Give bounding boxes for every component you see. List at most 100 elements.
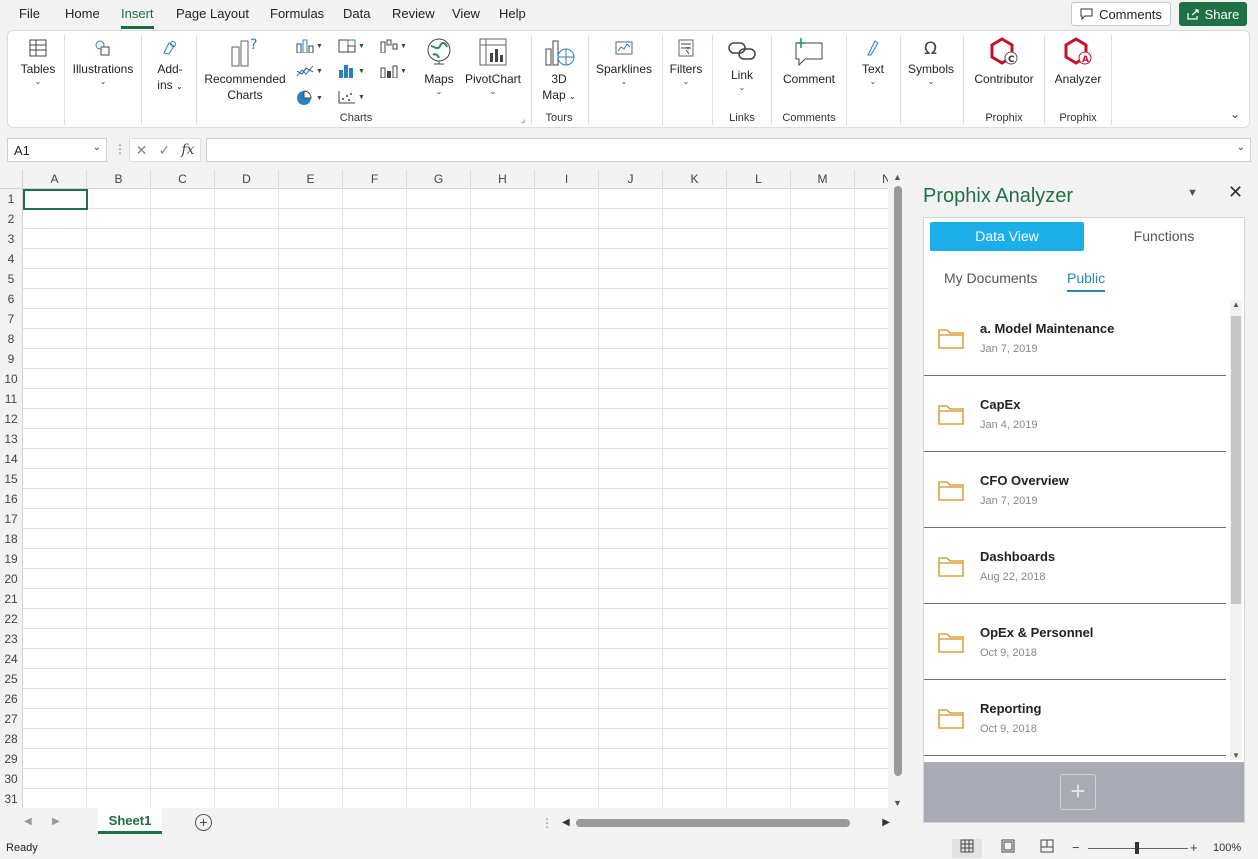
row-header[interactable]: 1	[0, 189, 22, 209]
tab-help[interactable]: Help	[499, 6, 526, 21]
row-header[interactable]: 11	[0, 389, 22, 409]
combo-chart-dropdown[interactable]: ▼	[380, 64, 407, 78]
contributor-button[interactable]: C Contributor	[968, 37, 1040, 87]
list-item[interactable]: Reporting Oct 9, 2018	[924, 680, 1226, 756]
column-header[interactable]: M	[791, 170, 855, 189]
statistic-chart-dropdown[interactable]: ▼	[338, 64, 365, 78]
tab-home[interactable]: Home	[65, 6, 100, 21]
tab-view[interactable]: View	[452, 6, 480, 21]
vertical-scroll-thumb[interactable]	[894, 186, 902, 776]
dialog-launcher-icon[interactable]: ⌟	[521, 114, 525, 125]
row-header[interactable]: 21	[0, 589, 22, 609]
column-header[interactable]: G	[407, 170, 471, 189]
row-header[interactable]: 3	[0, 229, 22, 249]
add-sheet-icon[interactable]: +	[195, 814, 212, 831]
prev-sheet-icon[interactable]: ◀	[24, 816, 32, 827]
enter-icon[interactable]: ✓	[158, 142, 170, 159]
subtab-my-documents[interactable]: My Documents	[944, 270, 1037, 286]
scroll-down-icon[interactable]: ▼	[1232, 751, 1240, 760]
row-header[interactable]: 5	[0, 269, 22, 289]
column-chart-dropdown[interactable]: ▼	[296, 39, 323, 53]
line-chart-dropdown[interactable]: ▼	[296, 64, 323, 78]
expand-formula-icon[interactable]: ⌄	[1237, 142, 1245, 153]
column-header[interactable]: N	[855, 170, 888, 189]
row-header[interactable]: 16	[0, 489, 22, 509]
comment-button[interactable]: Comment	[780, 37, 838, 87]
scroll-right-icon[interactable]: ▶	[882, 817, 890, 828]
list-item[interactable]: CapEx Jan 4, 2019	[924, 376, 1226, 452]
row-header[interactable]: 14	[0, 449, 22, 469]
row-header[interactable]: 2	[0, 209, 22, 229]
insert-function-icon[interactable]: fx	[181, 142, 194, 158]
list-item[interactable]: CFO Overview Jan 7, 2019	[924, 452, 1226, 528]
row-header[interactable]: 9	[0, 349, 22, 369]
page-break-view-button[interactable]	[1032, 839, 1062, 858]
symbols-button[interactable]: Ω Symbols ⌄	[906, 39, 956, 87]
scroll-down-icon[interactable]: ▼	[893, 798, 902, 808]
row-header[interactable]: 6	[0, 289, 22, 309]
tab-functions[interactable]: Functions	[1087, 222, 1241, 251]
list-scrollbar[interactable]: ▲ ▼	[1230, 300, 1242, 760]
filters-button[interactable]: Filters ⌄	[666, 39, 706, 87]
horizontal-scroll-thumb[interactable]	[576, 819, 850, 827]
hierarchy-chart-dropdown[interactable]: ▼	[338, 39, 365, 53]
row-header[interactable]: 24	[0, 649, 22, 669]
row-header[interactable]: 27	[0, 709, 22, 729]
comments-button[interactable]: Comments	[1071, 2, 1171, 26]
row-header[interactable]: 29	[0, 749, 22, 769]
row-header[interactable]: 22	[0, 609, 22, 629]
row-header[interactable]: 31	[0, 789, 22, 808]
column-header[interactable]: K	[663, 170, 727, 189]
text-button[interactable]: Text ⌄	[856, 39, 890, 87]
more-icon[interactable]: ⋮	[114, 142, 126, 156]
tab-data-view[interactable]: Data View	[930, 222, 1084, 251]
row-header[interactable]: 28	[0, 729, 22, 749]
column-header[interactable]: L	[727, 170, 791, 189]
scatter-chart-dropdown[interactable]: ▼	[338, 90, 365, 104]
add-ins-button[interactable]: Add- ins ⌄	[148, 39, 192, 95]
subtab-public[interactable]: Public	[1067, 270, 1106, 292]
chevron-down-icon[interactable]: ⌄	[93, 142, 101, 153]
row-header[interactable]: 8	[0, 329, 22, 349]
tab-formulas[interactable]: Formulas	[270, 6, 324, 21]
row-header[interactable]: 20	[0, 569, 22, 589]
tab-splitter-icon[interactable]: ⋮	[541, 816, 553, 830]
vertical-scrollbar[interactable]: ▲ ▼	[890, 170, 906, 808]
column-header[interactable]: B	[87, 170, 151, 189]
formula-input[interactable]: ⌄	[206, 138, 1251, 162]
column-header[interactable]: A	[23, 170, 87, 189]
cells-area[interactable]	[23, 189, 888, 808]
scroll-up-icon[interactable]: ▲	[1232, 300, 1240, 309]
worksheet-grid[interactable]: ABCDEFGHIJKLMN 1 2 3 4 5 6 7 8 9 10 11 12 13 14 15 16 17…	[0, 170, 888, 808]
tab-insert[interactable]: Insert	[121, 6, 154, 29]
pivotchart-button[interactable]: PivotChart ⌄	[462, 37, 524, 97]
close-icon[interactable]: ✕	[1228, 182, 1243, 203]
zoom-out-icon[interactable]: −	[1072, 840, 1080, 855]
pie-chart-dropdown[interactable]: ▼	[296, 90, 323, 106]
column-header[interactable]: J	[599, 170, 663, 189]
horizontal-scrollbar[interactable]: ◀ ▶	[562, 816, 890, 830]
zoom-in-icon[interactable]: +	[1190, 840, 1198, 855]
tab-page-layout[interactable]: Page Layout	[176, 6, 249, 21]
row-header[interactable]: 7	[0, 309, 22, 329]
row-header[interactable]: 13	[0, 429, 22, 449]
list-item[interactable]: OpEx & Personnel Oct 9, 2018	[924, 604, 1226, 680]
column-header[interactable]: E	[279, 170, 343, 189]
row-header[interactable]: 17	[0, 509, 22, 529]
select-all-corner[interactable]	[0, 170, 23, 189]
share-button[interactable]: Share	[1179, 2, 1247, 26]
selected-cell[interactable]	[23, 189, 88, 210]
list-item[interactable]: a. Model Maintenance Jan 7, 2019	[924, 300, 1226, 376]
recommended-charts-button[interactable]: ? Recommended Charts	[204, 37, 286, 103]
zoom-slider-thumb[interactable]	[1135, 842, 1139, 854]
row-header[interactable]: 19	[0, 549, 22, 569]
tab-data[interactable]: Data	[343, 6, 370, 21]
column-header[interactable]: D	[215, 170, 279, 189]
zoom-level[interactable]: 100%	[1213, 842, 1241, 854]
column-header[interactable]: I	[535, 170, 599, 189]
waterfall-chart-dropdown[interactable]: ▼	[380, 39, 407, 53]
list-scroll-thumb[interactable]	[1231, 316, 1241, 604]
scroll-left-icon[interactable]: ◀	[562, 817, 570, 828]
scroll-up-icon[interactable]: ▲	[893, 172, 902, 182]
tables-button[interactable]: Tables ⌄	[18, 39, 58, 87]
